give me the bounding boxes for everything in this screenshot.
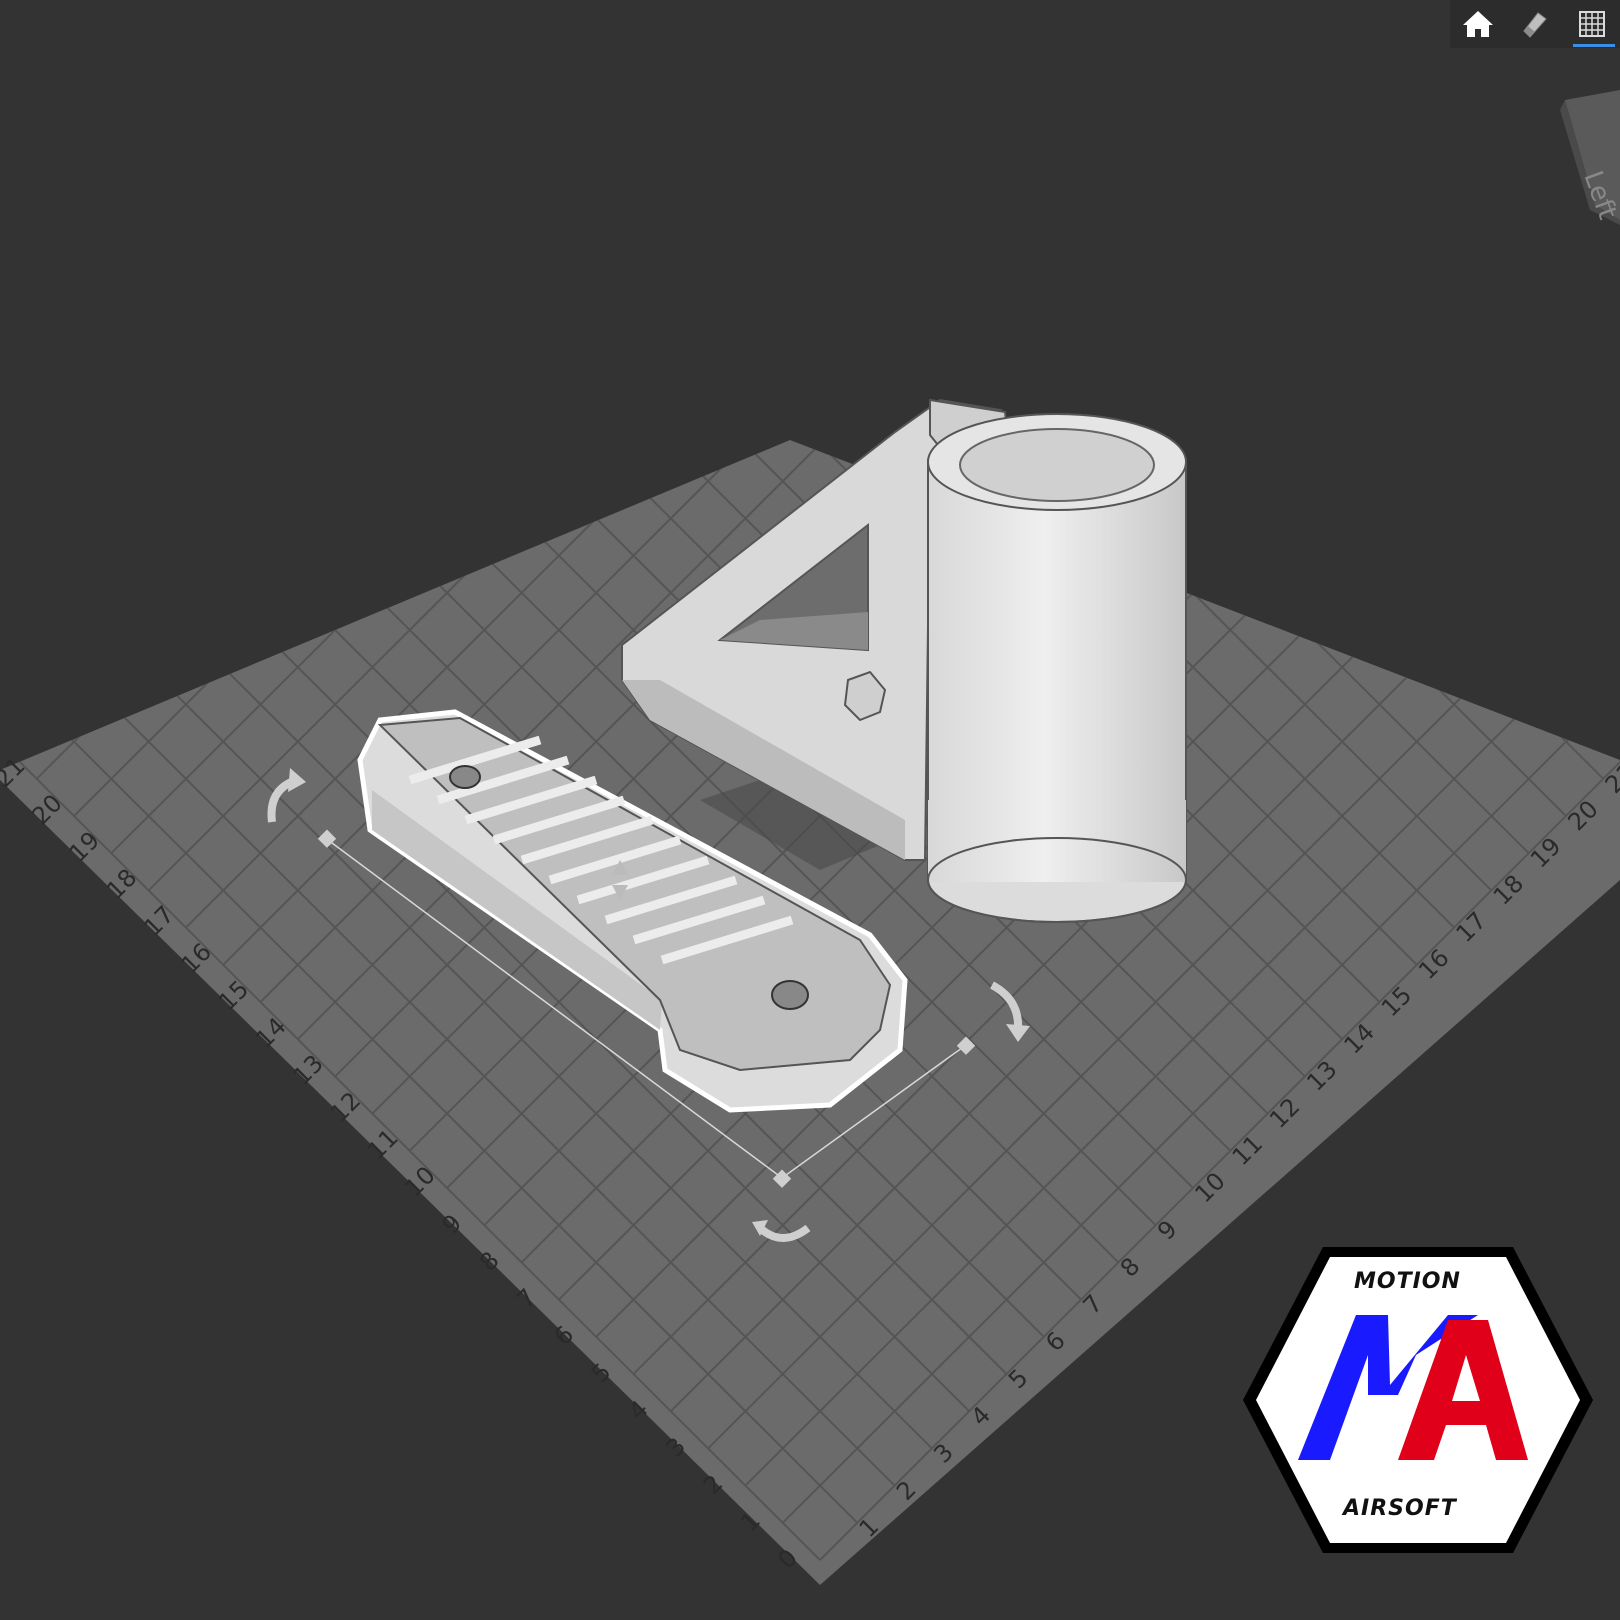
view-toolbar — [1450, 0, 1620, 48]
handle-hole-bottom — [771, 980, 809, 1010]
home-view-button[interactable] — [1455, 1, 1501, 47]
view-cube[interactable]: Left — [1560, 90, 1620, 225]
home-icon — [1463, 11, 1494, 37]
logo-bottom-text: AIRSOFT — [1341, 1496, 1458, 1521]
handle-hole-top — [449, 765, 481, 789]
motion-airsoft-logo: MOTION AIRSOFT — [1243, 1247, 1593, 1553]
object-view-button[interactable] — [1512, 1, 1558, 47]
grid-icon — [1578, 11, 1605, 37]
grid-view-button[interactable] — [1569, 1, 1615, 47]
logo-top-text: MOTION — [1354, 1269, 1461, 1294]
eraser-icon — [1523, 12, 1547, 38]
